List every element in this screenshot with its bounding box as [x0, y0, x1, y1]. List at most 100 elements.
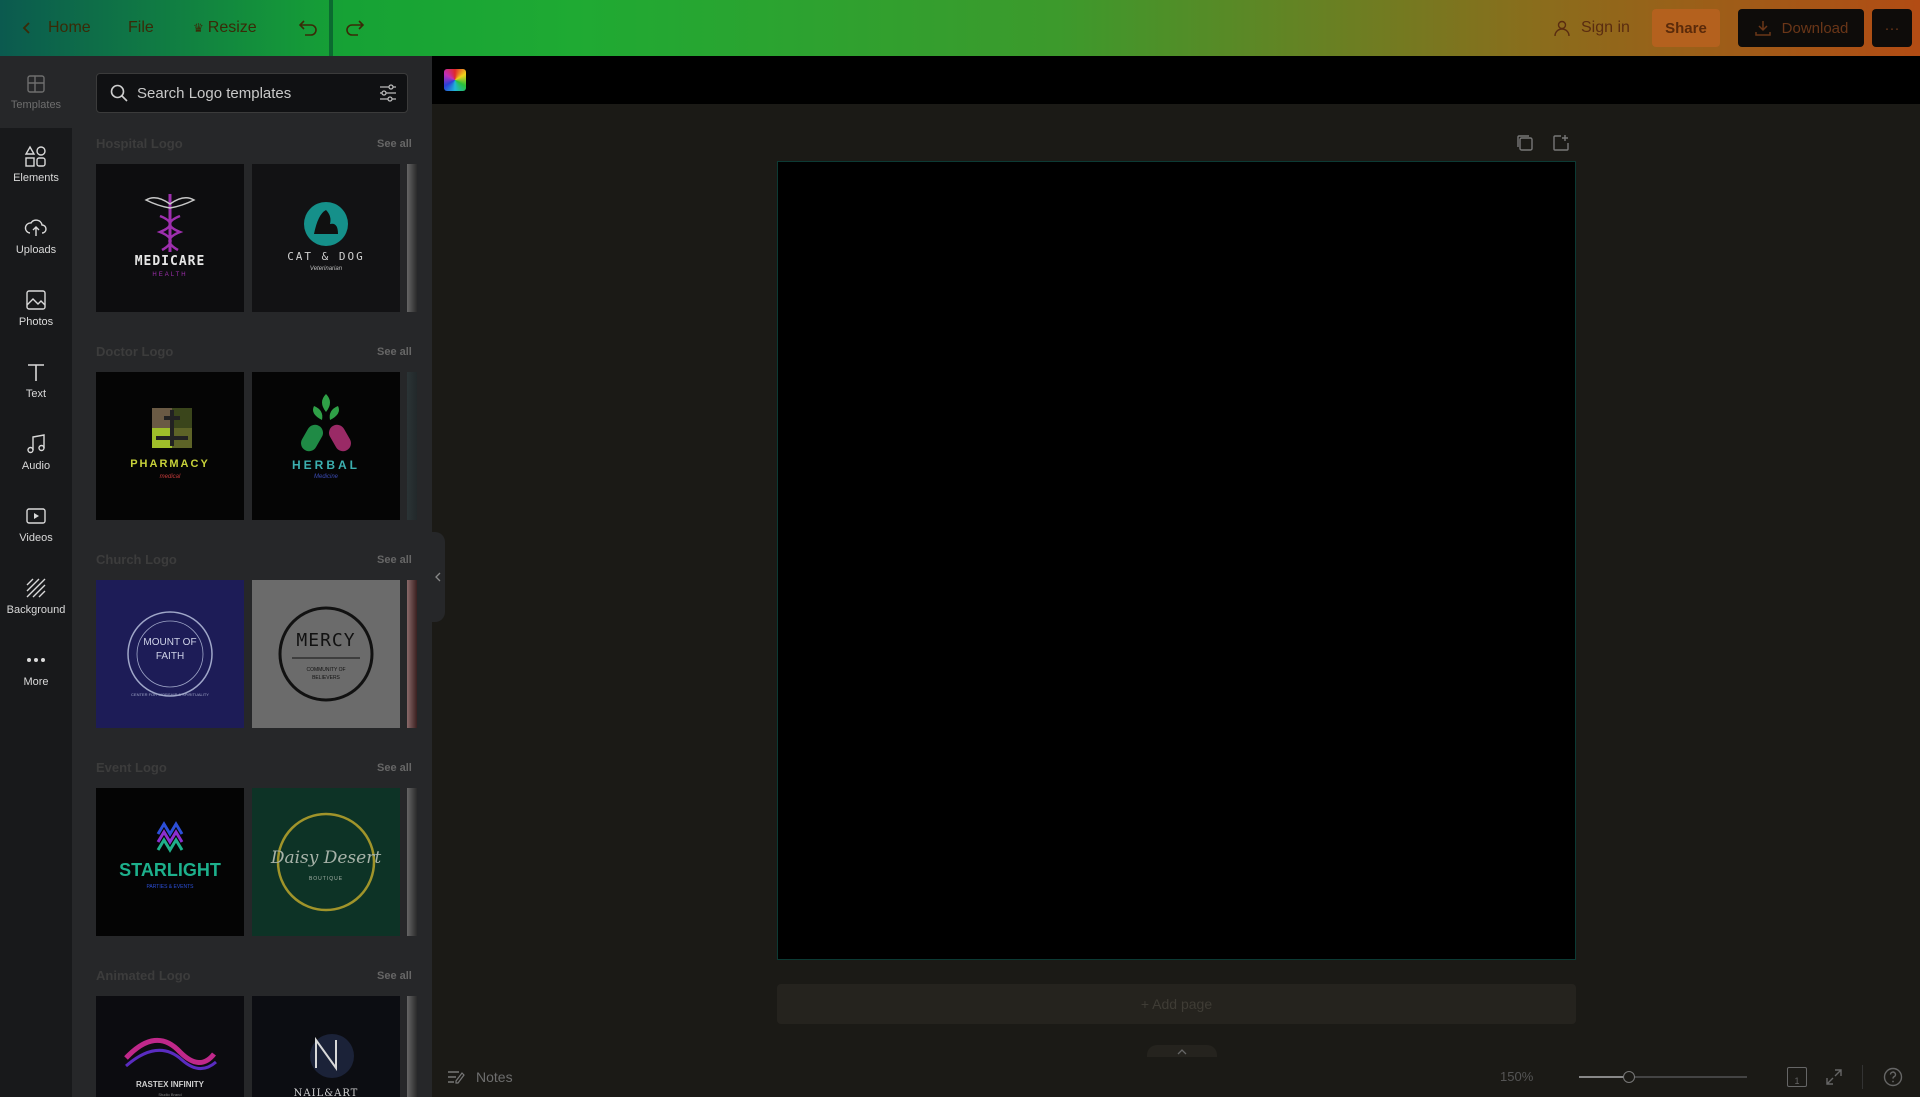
see-all-church[interactable]: See all [377, 554, 412, 566]
rail-item-audio[interactable]: Audio [0, 416, 72, 488]
photos-icon [26, 290, 46, 310]
template-card[interactable]: PHARMACY medical [96, 372, 244, 520]
template-card[interactable]: HERBAL Medicine [252, 372, 400, 520]
more-cards-peek [407, 788, 417, 936]
card-subtitle: COMMUNITY OF BELIEVERS [306, 667, 346, 681]
rail-item-elements[interactable]: Elements [0, 128, 72, 200]
card-subtitle: Studio Brand [158, 1092, 182, 1097]
mercy-ring-icon [278, 606, 374, 702]
section-title-doctor: Doctor Logo [96, 344, 174, 359]
rail-item-more[interactable]: More [0, 632, 72, 704]
template-card[interactable]: MERCY COMMUNITY OF BELIEVERS [252, 580, 400, 728]
undo-icon [298, 20, 317, 36]
card-title: PHARMACY [130, 458, 210, 470]
see-all-hospital[interactable]: See all [377, 138, 412, 150]
template-card[interactable]: CAT & DOG Veterinarian [252, 164, 400, 312]
template-card[interactable]: NAIL&ART [252, 996, 400, 1097]
page-count-button[interactable]: 1 [1787, 1067, 1807, 1087]
uploads-icon [24, 219, 47, 236]
undo-button[interactable] [296, 0, 320, 56]
rail-label: Background [6, 604, 66, 616]
notes-icon [448, 1071, 465, 1084]
download-icon [1754, 21, 1771, 36]
collapse-panel-handle[interactable] [431, 532, 445, 622]
rail-item-photos[interactable]: Photos [0, 272, 72, 344]
card-title: MOUNT OF FAITH [143, 637, 197, 662]
card-title: Daisy Desert [270, 848, 382, 868]
zoom-slider[interactable] [1579, 1071, 1747, 1083]
color-picker-swatch[interactable] [444, 69, 466, 91]
rail-label: Videos [19, 532, 53, 544]
search-box[interactable]: Search Logo templates [96, 73, 408, 113]
text-icon [28, 364, 44, 381]
help-icon[interactable] [1882, 1066, 1904, 1088]
more-dots-icon: ··· [1884, 19, 1900, 37]
filter-icon[interactable] [377, 82, 399, 104]
redo-icon [346, 20, 365, 36]
rail-item-videos[interactable]: Videos [0, 488, 72, 560]
zoom-slider-thumb[interactable] [1623, 1071, 1636, 1083]
more-cards-peek [407, 996, 417, 1097]
templates-panel: Search Logo templates Hospital Logo See … [72, 56, 432, 1097]
template-card[interactable]: STARLIGHT PARTIES & EVENTS [96, 788, 244, 936]
duplicate-page-icon[interactable] [1514, 132, 1536, 154]
monogram-n-icon [310, 1034, 354, 1078]
card-subtitle: BOUTIQUE [308, 876, 344, 882]
rail-label: Uploads [15, 244, 57, 256]
card-subtitle: HEALTH [152, 272, 188, 278]
more-cards-peek [407, 372, 417, 520]
pharmacy-cross-icon [152, 408, 192, 448]
search-input[interactable]: Search Logo templates [137, 85, 377, 102]
file-menu[interactable]: File [128, 0, 154, 56]
caduceus-logo-icon [144, 194, 196, 252]
bottom-bar: Notes 150% 1 [432, 1057, 1920, 1097]
rail-label: Text [25, 388, 47, 400]
see-all-animated[interactable]: See all [377, 970, 412, 982]
fullscreen-icon[interactable] [1824, 1067, 1844, 1087]
videos-icon [26, 508, 46, 524]
card-title: CAT & DOG [287, 250, 365, 263]
more-cards-peek [407, 164, 417, 312]
section-title-church: Church Logo [96, 552, 177, 567]
add-page-button[interactable]: + Add page [777, 984, 1576, 1024]
resize-label: Resize [207, 19, 257, 36]
add-page-icon[interactable] [1550, 132, 1572, 154]
more-cards-peek [407, 580, 417, 728]
share-label: Share [1665, 19, 1707, 37]
share-button[interactable]: Share [1652, 9, 1720, 47]
download-button[interactable]: Download [1738, 9, 1864, 47]
rail-item-text[interactable]: Text [0, 344, 72, 416]
add-page-label: + Add page [1140, 996, 1213, 1012]
see-all-event[interactable]: See all [377, 762, 412, 774]
chevron-left-icon [435, 572, 441, 582]
rail-label: Photos [18, 316, 54, 328]
download-label: Download [1781, 19, 1849, 37]
home-label: Home [48, 19, 91, 36]
template-card[interactable]: Daisy Desert BOUTIQUE [252, 788, 400, 936]
see-all-doctor[interactable]: See all [377, 346, 412, 358]
section-title-hospital: Hospital Logo [96, 136, 183, 151]
home-button[interactable]: Home [20, 0, 91, 56]
section-title-animated: Animated Logo [96, 968, 191, 983]
card-title: STARLIGHT [119, 860, 221, 880]
design-page[interactable] [777, 161, 1576, 960]
rail-item-templates[interactable]: Templates [0, 56, 72, 128]
notes-button[interactable]: Notes [446, 1057, 513, 1097]
card-title: MERCY [296, 630, 356, 651]
card-subtitle: Veterinarian [309, 266, 343, 272]
contextual-toolbar [432, 56, 1920, 104]
redo-button[interactable] [343, 0, 367, 56]
rail-item-uploads[interactable]: Uploads [0, 200, 72, 272]
template-card[interactable]: MEDICARE HEALTH [96, 164, 244, 312]
template-card[interactable]: RASTEX INFINITY Studio Brand [96, 996, 244, 1097]
template-card[interactable]: MOUNT OF FAITH CENTER FOR WORSHIP & SPIR… [96, 580, 244, 728]
rail-label: More [23, 676, 49, 688]
chevron-up-icon [1177, 1049, 1187, 1055]
card-subtitle: CENTER FOR WORSHIP & SPIRITUALITY [131, 692, 209, 697]
resize-button[interactable]: ♛ Resize [193, 0, 257, 56]
card-title: HERBAL [292, 458, 360, 472]
sign-in-button[interactable]: Sign in [1553, 0, 1630, 56]
zoom-percentage[interactable]: 150% [1500, 1069, 1533, 1084]
more-options-button[interactable]: ··· [1872, 9, 1912, 47]
rail-item-background[interactable]: Background [0, 560, 72, 632]
